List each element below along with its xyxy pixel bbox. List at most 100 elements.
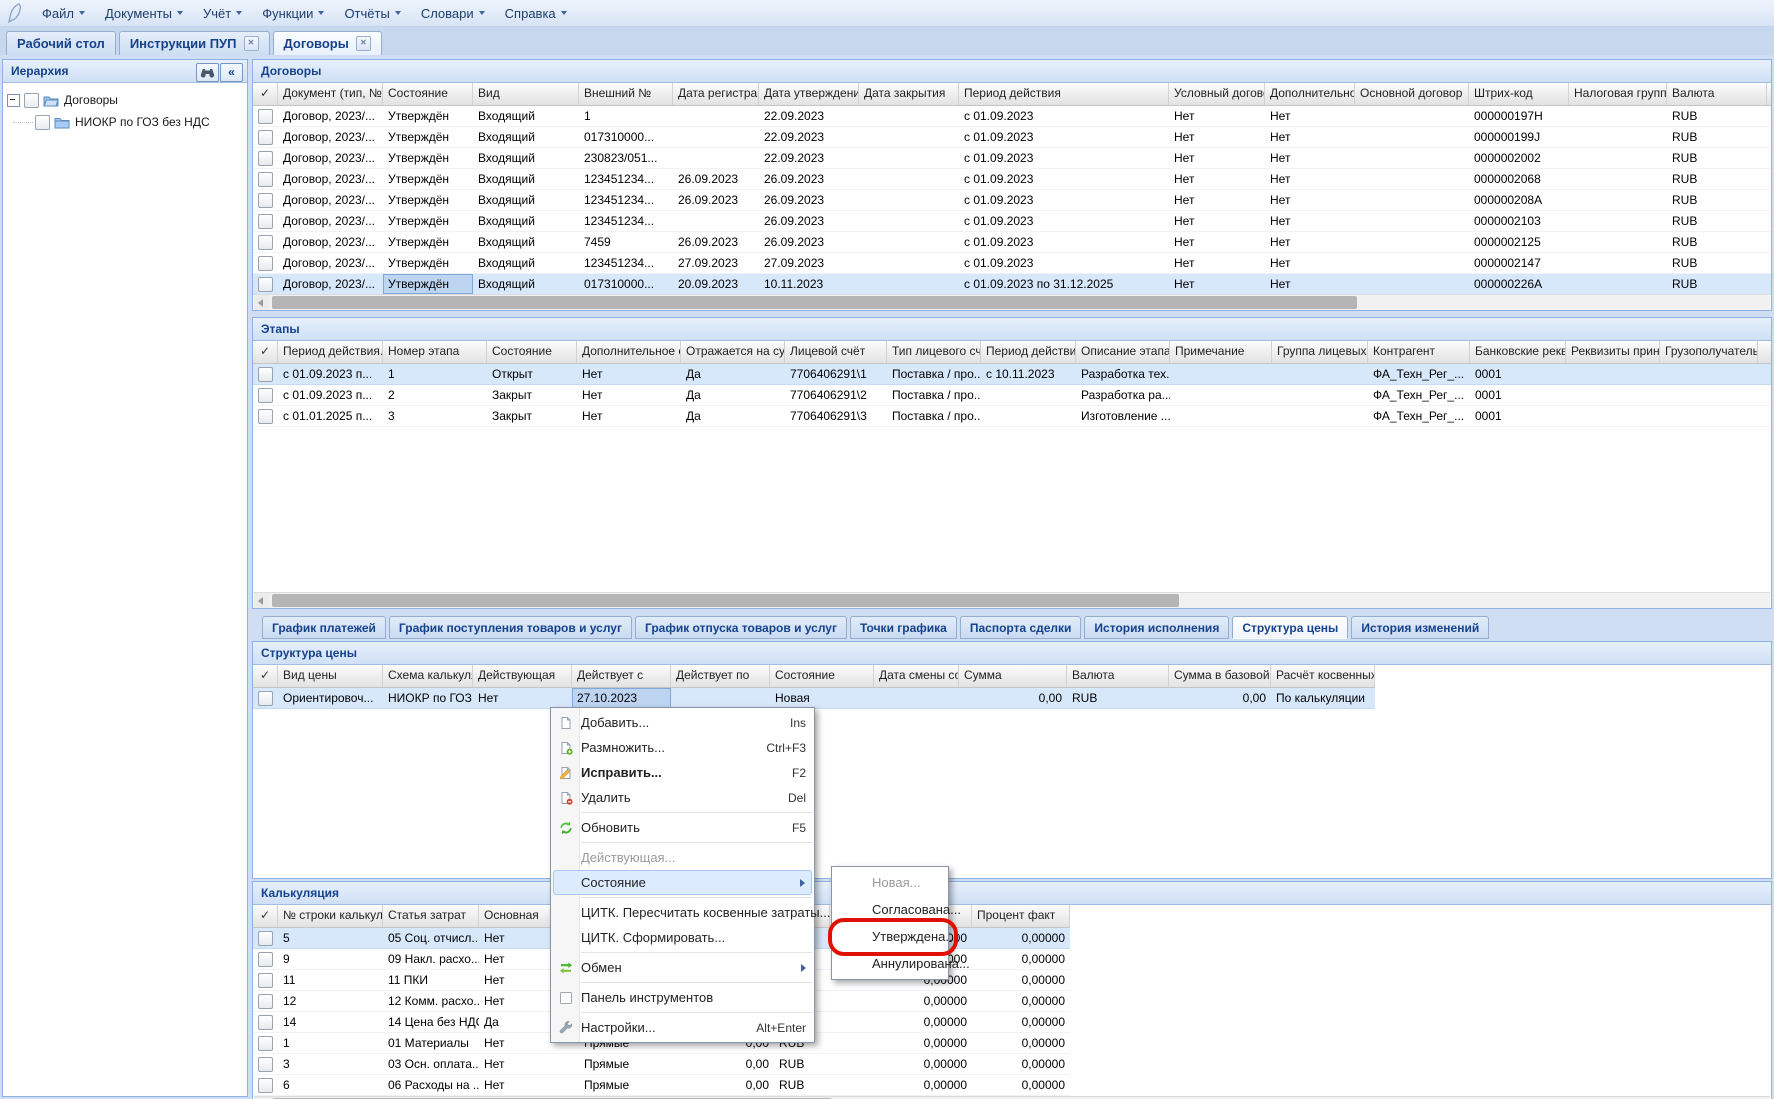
row-checkbox[interactable] — [258, 931, 273, 946]
tree-item-contracts[interactable]: Договоры — [7, 89, 243, 111]
row-checkbox[interactable] — [258, 214, 273, 229]
menu-item-current[interactable]: Действующая... — [551, 845, 814, 870]
menubar-item-7[interactable]: Справка — [495, 3, 577, 24]
column-header[interactable]: Валюта — [1067, 665, 1169, 687]
menu-item-exchange[interactable]: Обмен — [551, 955, 814, 980]
scrollbar-thumb[interactable] — [272, 296, 1357, 309]
table-row[interactable]: с 01.09.2023 п...2ЗакрытНетДа7706406291\… — [253, 385, 1771, 406]
tree-checkbox[interactable] — [35, 115, 50, 130]
menubar-item-6[interactable]: Словари — [411, 3, 495, 24]
close-icon[interactable] — [244, 36, 259, 51]
column-header[interactable]: Номер этапа — [383, 341, 487, 363]
row-checkbox[interactable] — [258, 109, 273, 124]
row-checkbox[interactable] — [258, 388, 273, 403]
row-checkbox[interactable] — [258, 193, 273, 208]
column-header[interactable]: Отражается на су — [681, 341, 785, 363]
menubar-item-1[interactable]: Файл — [32, 3, 95, 24]
detail-tab[interactable]: График отпуска товаров и услуг — [635, 616, 847, 639]
row-checkbox[interactable] — [258, 952, 273, 967]
column-header[interactable]: Схема калькуляци — [383, 665, 473, 687]
column-header[interactable]: Период действия — [959, 83, 1169, 105]
menu-item-delete[interactable]: УдалитьDel — [551, 785, 814, 810]
close-icon[interactable] — [356, 36, 371, 51]
row-checkbox[interactable] — [258, 994, 273, 1009]
table-row[interactable]: Договор, 2023/...УтверждёнВходящий017310… — [253, 127, 1771, 148]
horizontal-scrollbar[interactable] — [254, 592, 1770, 608]
table-row[interactable]: Договор, 2023/...УтверждёнВходящий017310… — [253, 274, 1771, 295]
column-header[interactable]: Сумма — [959, 665, 1067, 687]
column-header[interactable]: Группа лицевых с — [1272, 341, 1368, 363]
column-header[interactable]: Дата регистрации — [673, 83, 759, 105]
row-checkbox[interactable] — [258, 691, 273, 706]
column-header[interactable]: Сумма в базовой в — [1169, 665, 1271, 687]
row-checkbox[interactable] — [258, 1036, 273, 1051]
detail-tab[interactable]: График поступления товаров и услуг — [389, 616, 632, 639]
detail-tab[interactable]: История исполнения — [1084, 616, 1229, 639]
table-row[interactable]: Договор, 2023/...УтверждёнВходящий230823… — [253, 148, 1771, 169]
table-row[interactable]: Договор, 2023/...УтверждёнВходящий123451… — [253, 190, 1771, 211]
column-header[interactable]: Документ (тип, № — [278, 83, 383, 105]
row-checkbox[interactable] — [258, 973, 273, 988]
tab-contracts[interactable]: Договоры — [273, 31, 382, 55]
column-header[interactable]: Валюта — [1667, 83, 1767, 105]
column-header[interactable]: Описание этапа — [1076, 341, 1170, 363]
table-row[interactable]: Договор, 2023/...УтверждёнВходящий123451… — [253, 253, 1771, 274]
column-header[interactable]: Вид цены — [278, 665, 383, 687]
table-row[interactable]: с 01.01.2025 п...3ЗакрытНетДа7706406291\… — [253, 406, 1771, 427]
search-icon[interactable] — [196, 63, 219, 82]
row-checkbox[interactable] — [258, 256, 273, 271]
row-checkbox[interactable] — [258, 172, 273, 187]
column-header[interactable]: Контрагент — [1368, 341, 1470, 363]
table-row[interactable]: 303 Осн. оплата...НетПрямые0,00RUB0,0000… — [253, 1054, 1070, 1075]
column-header[interactable]: Налоговая группа. — [1569, 83, 1667, 105]
column-header[interactable]: Действует по — [671, 665, 770, 687]
tab-instructions[interactable]: Инструкции ПУП — [119, 31, 270, 55]
table-row[interactable]: Договор, 2023/...УтверждёнВходящий122.09… — [253, 106, 1771, 127]
column-header[interactable]: Вид — [473, 83, 579, 105]
menu-item-add[interactable]: Добавить...Ins — [551, 710, 814, 735]
column-header[interactable]: Тип лицевого счёт — [887, 341, 981, 363]
menu-item-citk-recalc[interactable]: ЦИТК. Пересчитать косвенные затраты... — [551, 900, 814, 925]
detail-tab[interactable]: Паспорта сделки — [960, 616, 1082, 639]
menu-item-duplicate[interactable]: Размножить...Ctrl+F3 — [551, 735, 814, 760]
collapse-panel-button[interactable]: « — [220, 63, 243, 82]
column-header[interactable]: Грузополучатель — [1660, 341, 1758, 363]
menubar-item-4[interactable]: Функции — [252, 3, 334, 24]
detail-tab[interactable]: Структура цены — [1232, 616, 1348, 639]
column-header[interactable]: Реквизиты принад — [1566, 341, 1660, 363]
column-header[interactable]: Условный договор — [1169, 83, 1265, 105]
column-header[interactable]: Дополнительное с — [577, 341, 681, 363]
tab-desktop[interactable]: Рабочий стол — [6, 31, 116, 55]
row-checkbox[interactable] — [258, 409, 273, 424]
column-header[interactable]: Дата смены состоя — [874, 665, 959, 687]
column-header[interactable]: № строки калькул — [278, 905, 383, 927]
tree-checkbox[interactable] — [24, 93, 39, 108]
column-header[interactable]: Состояние — [487, 341, 577, 363]
horizontal-scrollbar[interactable] — [254, 294, 1770, 310]
column-header[interactable]: Действует с — [572, 665, 671, 687]
column-header[interactable]: Состояние — [770, 665, 874, 687]
row-checkbox[interactable] — [258, 367, 273, 382]
table-row[interactable]: 606 Расходы на ...НетПрямые0,00RUB0,0000… — [253, 1075, 1070, 1096]
detail-tab[interactable]: График платежей — [262, 616, 386, 639]
column-header[interactable]: Период действия д — [981, 341, 1076, 363]
column-header[interactable]: Период действия.. — [278, 341, 383, 363]
row-checkbox[interactable] — [258, 151, 273, 166]
column-header[interactable]: Дополнительное с — [1265, 83, 1355, 105]
menu-item-status[interactable]: Состояние — [553, 870, 812, 895]
menu-item-citk-form[interactable]: ЦИТК. Сформировать... — [551, 925, 814, 950]
row-checkbox[interactable] — [258, 1015, 273, 1030]
column-header[interactable]: Процент факт — [972, 905, 1070, 927]
menu-item-settings[interactable]: Настройки...Alt+Enter — [551, 1015, 814, 1040]
row-checkbox[interactable] — [258, 235, 273, 250]
column-header[interactable]: Расчёт косвенных — [1271, 665, 1375, 687]
select-all-column-header[interactable]: ✓ — [253, 905, 278, 927]
column-header[interactable]: Дата закрытия — [859, 83, 959, 105]
select-all-column-header[interactable]: ✓ — [253, 341, 278, 363]
column-header[interactable]: Состояние — [383, 83, 473, 105]
column-header[interactable]: Статья затрат — [383, 905, 479, 927]
table-row[interactable]: Договор, 2023/...УтверждёнВходящий123451… — [253, 211, 1771, 232]
row-checkbox[interactable] — [258, 1078, 273, 1093]
table-row[interactable]: Договор, 2023/...УтверждёнВходящий745926… — [253, 232, 1771, 253]
table-row[interactable]: с 01.09.2023 п...1ОткрытНетДа7706406291\… — [253, 364, 1771, 385]
